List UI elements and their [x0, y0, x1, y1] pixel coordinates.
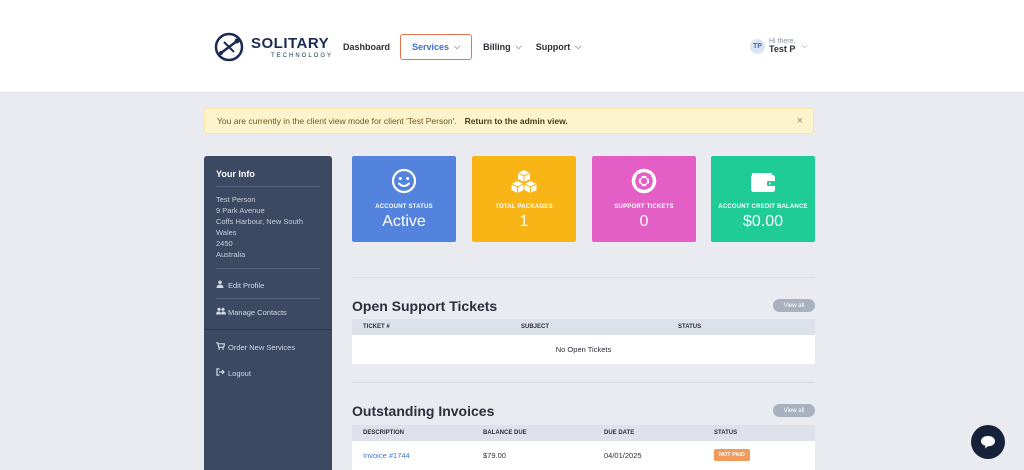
logo-mark-icon: [214, 32, 244, 62]
column-header[interactable]: DESCRIPTION: [363, 430, 404, 436]
stat-value: 1: [519, 213, 529, 230]
return-admin-link[interactable]: Return to the admin view.: [465, 116, 568, 126]
nav-dashboard[interactable]: Dashboard: [336, 34, 397, 60]
invoices-view-all-button[interactable]: View all: [773, 404, 815, 417]
brand-sub: TECHNOLOGY: [271, 52, 334, 59]
column-header[interactable]: SUBJECT: [521, 324, 549, 330]
stat-label: TOTAL PACKAGES: [495, 204, 553, 210]
cart-icon: [216, 342, 226, 352]
user-menu[interactable]: TP Hi there, Test P ⌵: [750, 38, 808, 54]
close-icon[interactable]: ×: [797, 115, 803, 127]
lifebuoy-icon: [592, 164, 696, 194]
brand-logo[interactable]: SOLITARY TECHNOLOGY: [213, 31, 333, 63]
stat-tile-credit-balance[interactable]: ACCOUNT CREDIT BALANCE $0.00: [711, 156, 815, 242]
stat-label: ACCOUNT STATUS: [375, 204, 433, 210]
avatar: TP: [750, 38, 765, 54]
chevron-down-icon: ⌵: [801, 41, 808, 50]
manage-contacts-link[interactable]: Manage Contacts: [204, 299, 332, 325]
order-services-link[interactable]: Order New Services: [204, 334, 332, 360]
main-nav: Dashboard Services ⌵ Billing ⌵ Support ⌵: [336, 34, 588, 60]
chevron-down-icon: ⌵: [454, 42, 461, 51]
stat-label: SUPPORT TICKETS: [614, 204, 674, 210]
divider: [352, 382, 815, 383]
nav-support[interactable]: Support ⌵: [529, 34, 589, 60]
client-view-alert: You are currently in the client view mod…: [204, 108, 814, 134]
invoice-balance: $79.00: [483, 451, 506, 460]
tickets-table-body: No Open Tickets: [352, 335, 815, 364]
column-header[interactable]: STATUS: [714, 430, 737, 436]
column-header[interactable]: TICKET #: [363, 324, 390, 330]
edit-profile-link[interactable]: Edit Profile: [204, 272, 332, 298]
wallet-icon: [711, 164, 815, 194]
logout-link[interactable]: Logout: [204, 360, 332, 386]
sidebar-title: Your Info: [216, 169, 255, 179]
divider: [204, 329, 332, 330]
users-icon: [216, 307, 226, 317]
nav-services[interactable]: Services ⌵: [400, 34, 473, 60]
chevron-down-icon: ⌵: [515, 42, 522, 51]
invoice-due-date: 04/01/2025: [604, 451, 642, 460]
stat-value: 0: [639, 213, 649, 230]
logout-icon: [216, 368, 226, 378]
stat-tile-total-packages[interactable]: TOTAL PACKAGES 1: [472, 156, 576, 242]
empty-message: No Open Tickets: [555, 345, 612, 354]
smile-icon: [352, 164, 456, 194]
user-icon: [216, 280, 226, 290]
user-name: Test P: [769, 44, 796, 54]
stat-label: ACCOUNT CREDIT BALANCE: [718, 204, 808, 210]
invoices-table-body: Invoice #1744 $79.00 04/01/2025 NOT PAID: [352, 441, 815, 470]
top-header: SOLITARY TECHNOLOGY Dashboard Services ⌵…: [0, 0, 1024, 93]
stat-value: $0.00: [742, 213, 784, 230]
brand-name: SOLITARY: [251, 34, 330, 52]
tickets-title: Open Support Tickets: [352, 298, 498, 314]
divider: [352, 277, 815, 278]
chevron-down-icon: ⌵: [575, 42, 582, 51]
nav-billing[interactable]: Billing ⌵: [476, 34, 529, 60]
divider: [216, 268, 320, 269]
client-address: Test Person 9 Park Avenue Coffs Harbour,…: [216, 195, 303, 259]
stat-value: Active: [382, 213, 426, 230]
chat-button[interactable]: [971, 425, 1005, 459]
column-header[interactable]: DUE DATE: [604, 430, 634, 436]
column-header[interactable]: BALANCE DUE: [483, 430, 527, 436]
cubes-icon: [472, 164, 576, 194]
tickets-view-all-button[interactable]: View all: [773, 299, 815, 312]
tickets-table-header: TICKET # SUBJECT STATUS: [352, 319, 815, 335]
invoices-title: Outstanding Invoices: [352, 403, 495, 419]
alert-text: You are currently in the client view mod…: [217, 116, 457, 126]
sidebar: Your Info Test Person 9 Park Avenue Coff…: [204, 156, 332, 470]
stat-tile-support-tickets[interactable]: SUPPORT TICKETS 0: [592, 156, 696, 242]
column-header[interactable]: STATUS: [678, 324, 701, 330]
invoices-table-header: DESCRIPTION BALANCE DUE DUE DATE STATUS: [352, 425, 815, 441]
invoice-link[interactable]: Invoice #1744: [363, 451, 410, 460]
stat-tile-account-status[interactable]: ACCOUNT STATUS Active: [352, 156, 456, 242]
chat-icon: [981, 436, 995, 449]
status-badge: NOT PAID: [714, 449, 750, 461]
